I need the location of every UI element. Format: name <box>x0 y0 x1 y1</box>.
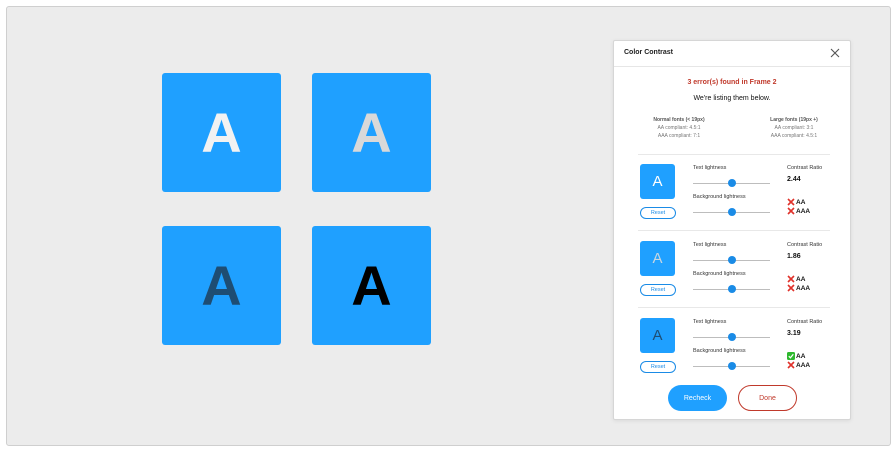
reset-button[interactable]: Reset <box>640 284 676 296</box>
contrast-issue-row: A Reset Text lightness Background lightness… <box>614 312 850 384</box>
slider-thumb[interactable] <box>727 179 736 187</box>
contrast-issue-row: A Reset Text lightness Background lightness… <box>614 235 850 307</box>
divider <box>638 154 830 155</box>
large-fonts-criteria: Large fonts (19px +) AA compliant: 3:1 A… <box>752 116 836 140</box>
preview-letter: A <box>652 173 663 190</box>
aa-label: AA <box>796 352 806 360</box>
cross-icon <box>787 207 795 215</box>
slider-thumb[interactable] <box>727 256 736 264</box>
aaa-label: AAA <box>796 207 811 215</box>
contrast-ratio-label: Contrast Ratio <box>787 319 823 325</box>
slider-thumb[interactable] <box>727 333 736 341</box>
color-tile-4[interactable]: A <box>312 226 431 345</box>
color-contrast-panel: Color Contrast 3 error(s) found in Frame… <box>613 40 851 420</box>
close-icon[interactable] <box>826 44 844 62</box>
aa-label: AA <box>796 198 806 206</box>
contrast-ratio-label: Contrast Ratio <box>787 242 823 248</box>
slider-thumb[interactable] <box>727 285 736 293</box>
preview-swatch: A <box>640 318 675 353</box>
aa-result: AA <box>787 198 805 206</box>
tile-letter: A <box>201 100 242 164</box>
tile-letter: A <box>351 100 392 164</box>
normal-fonts-criteria: Normal fonts (< 19px) AA compliant: 4.5:… <box>634 116 724 140</box>
preview-swatch: A <box>640 241 675 276</box>
text-lightness-label: Text lightness <box>693 319 727 325</box>
tile-letter: A <box>351 253 392 317</box>
preview-letter: A <box>652 250 663 267</box>
criteria-aa: AA compliant: 3:1 <box>774 125 814 131</box>
aaa-result: AAA <box>787 284 810 292</box>
panel-header: Color Contrast <box>614 41 850 67</box>
slider-thumb[interactable] <box>727 362 736 370</box>
sub-message: We're listing them below. <box>693 95 771 102</box>
text-lightness-slider[interactable] <box>693 256 770 264</box>
aaa-label: AAA <box>796 284 811 292</box>
color-tile-2[interactable]: A <box>312 73 431 192</box>
aa-label: AA <box>796 275 806 283</box>
background-lightness-slider[interactable] <box>693 285 770 293</box>
criteria-heading: Large fonts (19px +) <box>770 117 818 123</box>
background-lightness-label: Background lightness <box>693 194 746 200</box>
recheck-button[interactable]: Recheck <box>668 385 727 411</box>
background-lightness-slider[interactable] <box>693 362 770 370</box>
tile-letter: A <box>201 253 242 317</box>
cross-icon <box>787 361 795 369</box>
criteria-aa: AA compliant: 4.5:1 <box>657 125 701 131</box>
text-lightness-label: Text lightness <box>693 242 727 248</box>
contrast-ratio-value: 3.19 <box>787 330 801 337</box>
criteria-aaa: AAA compliant: 4.5:1 <box>770 133 818 139</box>
aaa-result: AAA <box>787 207 810 215</box>
criteria-heading: Normal fonts (< 19px) <box>653 117 705 123</box>
divider <box>638 230 830 231</box>
aaa-label: AAA <box>796 361 811 369</box>
aa-result: AA <box>787 352 805 360</box>
aaa-result: AAA <box>787 361 810 369</box>
divider <box>638 307 830 308</box>
background-lightness-label: Background lightness <box>693 348 746 354</box>
contrast-ratio-value: 2.44 <box>787 176 801 183</box>
text-lightness-slider[interactable] <box>693 333 770 341</box>
contrast-issue-row: A Reset Text lightness Background lightness… <box>614 158 850 230</box>
color-tile-1[interactable]: A <box>162 73 281 192</box>
error-summary: 3 error(s) found in Frame 2 <box>687 79 777 86</box>
slider-thumb[interactable] <box>727 208 736 216</box>
cross-icon <box>787 275 795 283</box>
reset-button[interactable]: Reset <box>640 361 676 373</box>
aa-result: AA <box>787 275 805 283</box>
done-button[interactable]: Done <box>738 385 797 411</box>
preview-swatch: A <box>640 164 675 199</box>
background-lightness-label: Background lightness <box>693 271 746 277</box>
preview-letter: A <box>652 327 663 344</box>
cross-icon <box>787 284 795 292</box>
text-lightness-label: Text lightness <box>693 165 727 171</box>
color-tile-3[interactable]: A <box>162 226 281 345</box>
contrast-ratio-label: Contrast Ratio <box>787 165 823 171</box>
panel-title: Color Contrast <box>624 49 673 56</box>
cross-icon <box>787 198 795 206</box>
background-lightness-slider[interactable] <box>693 208 770 216</box>
text-lightness-slider[interactable] <box>693 179 770 187</box>
contrast-ratio-value: 1.86 <box>787 253 801 260</box>
reset-button[interactable]: Reset <box>640 207 676 219</box>
criteria-aaa: AAA compliant: 7:1 <box>657 133 701 139</box>
check-icon <box>787 352 795 360</box>
